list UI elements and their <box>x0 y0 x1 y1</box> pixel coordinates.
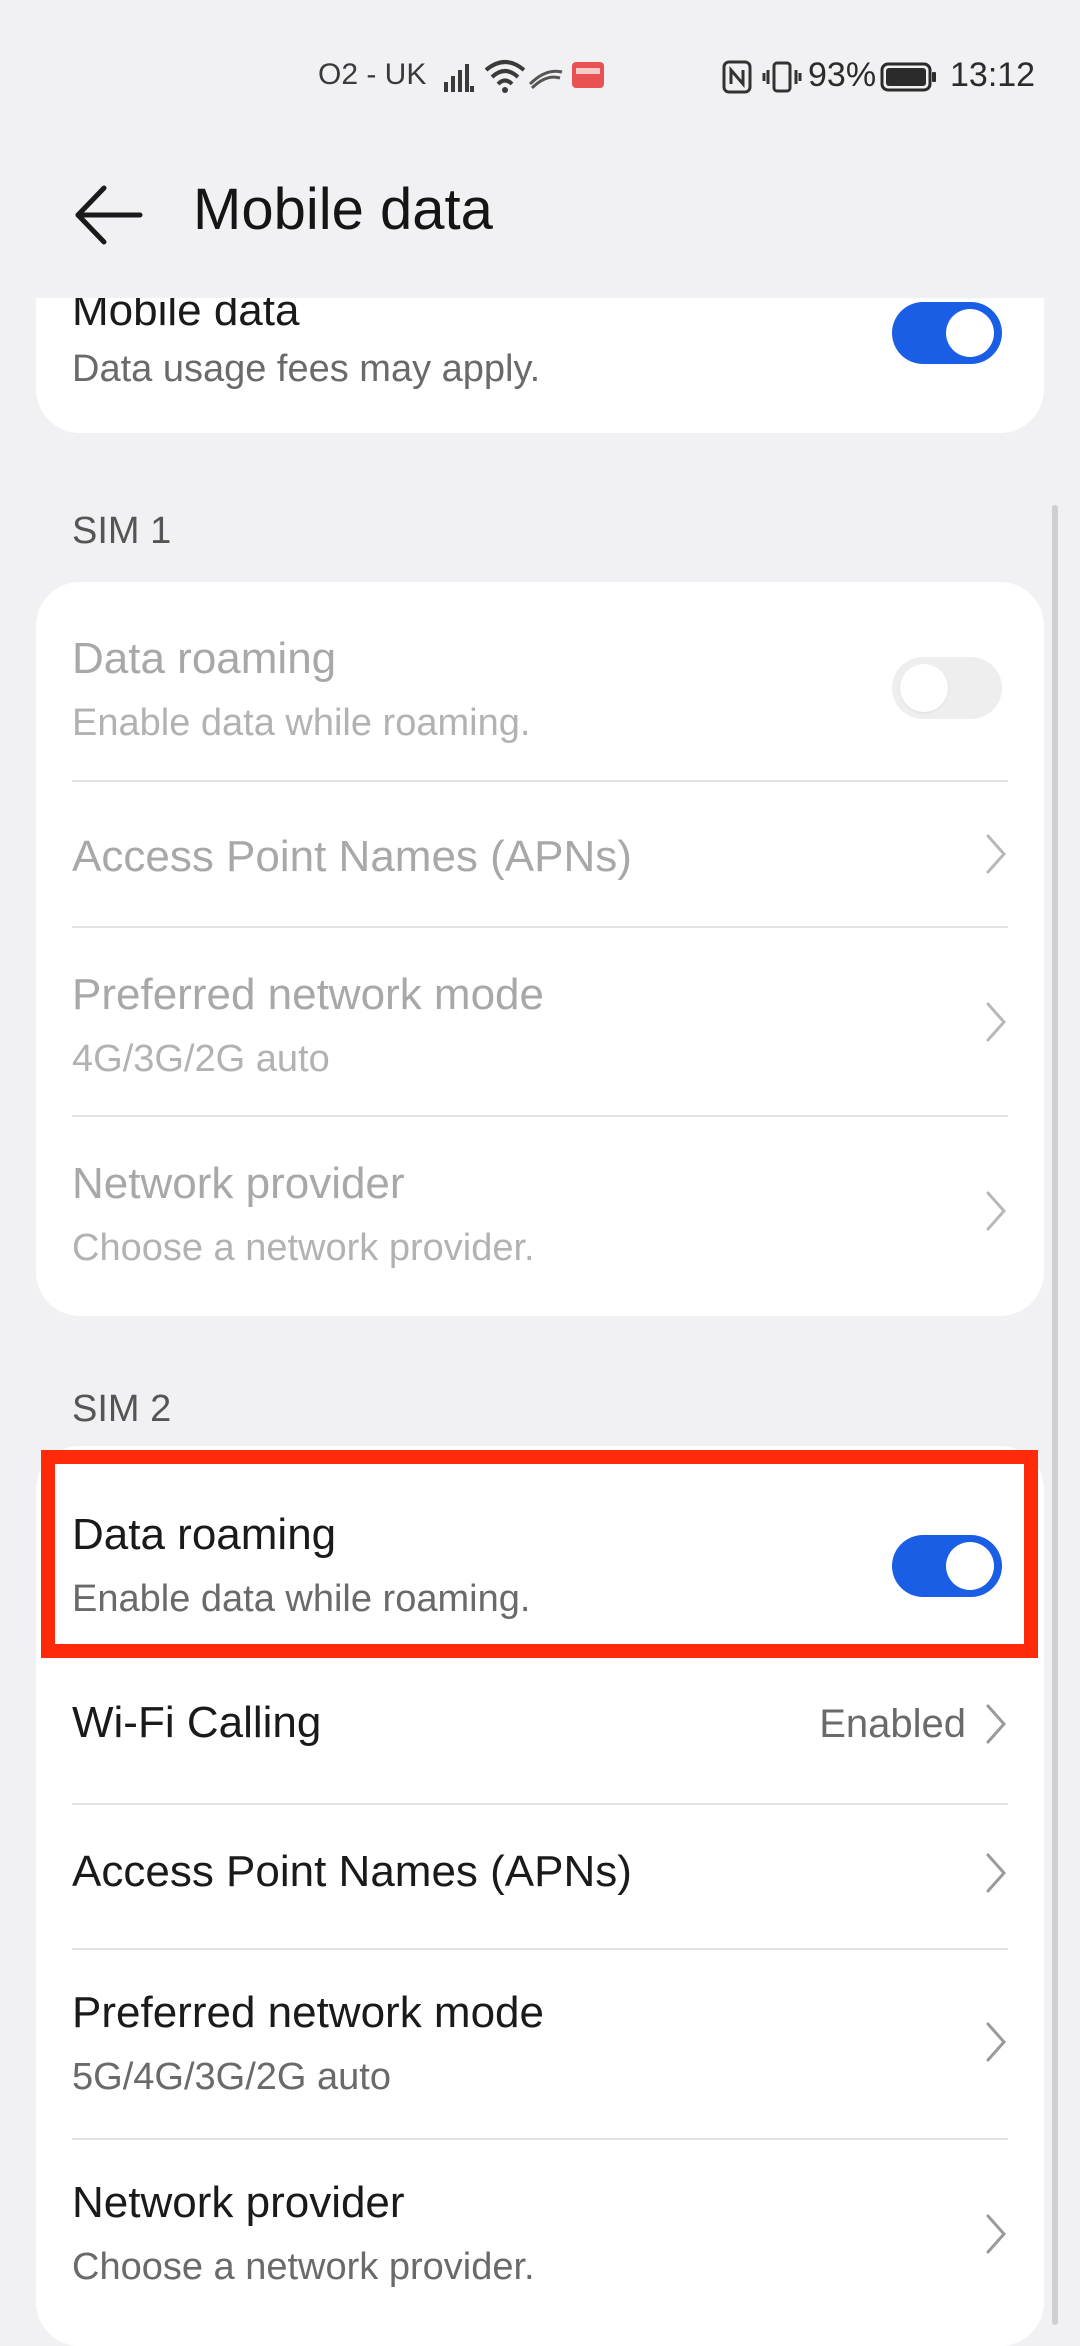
sim1-network-provider-subtitle: Choose a network provider. <box>72 1227 535 1269</box>
sim1-apn-row[interactable]: Access Point Names (APNs) <box>36 782 1044 926</box>
sim1-data-roaming-subtitle: Enable data while roaming. <box>72 702 531 744</box>
notification-icon <box>572 62 604 88</box>
chevron-right-icon <box>986 2022 1007 2062</box>
sim1-data-roaming-toggle[interactable] <box>892 657 1002 719</box>
chevron-right-icon <box>986 1704 1007 1744</box>
sim2-wifi-calling-row[interactable]: Wi-Fi Calling Enabled <box>36 1658 1044 1801</box>
scrollbar[interactable] <box>1052 505 1058 2325</box>
chevron-right-icon <box>986 1002 1007 1042</box>
sim2-network-provider-subtitle: Choose a network provider. <box>72 2246 535 2288</box>
sim1-data-roaming-title: Data roaming <box>72 634 337 683</box>
signal-icon <box>444 64 474 92</box>
data-activity-icon <box>528 69 563 90</box>
nfc-icon <box>722 60 752 94</box>
chevron-right-icon <box>986 1853 1007 1893</box>
chevron-right-icon <box>986 1191 1007 1231</box>
mobile-data-row[interactable]: Mobile data Data usage fees may apply. <box>36 298 1044 433</box>
mobile-data-subtitle: Data usage fees may apply. <box>72 348 541 390</box>
sim1-network-mode-subtitle: 4G/3G/2G auto <box>72 1038 330 1080</box>
page-title: Mobile data <box>193 177 493 242</box>
clock: 13:12 <box>950 56 1036 94</box>
sim1-section-label: SIM 1 <box>72 510 172 552</box>
sim1-data-roaming-row[interactable]: Data roaming Enable data while roaming. <box>36 582 1044 781</box>
sim1-card: Data roaming Enable data while roaming. … <box>36 582 1044 1316</box>
chevron-right-icon <box>986 2214 1007 2254</box>
sim1-network-mode-row[interactable]: Preferred network mode 4G/3G/2G auto <box>36 928 1044 1116</box>
sim1-network-provider-title: Network provider <box>72 1159 405 1208</box>
sim2-wifi-calling-title: Wi-Fi Calling <box>72 1698 322 1747</box>
mobile-data-card: Mobile data Data usage fees may apply. <box>0 298 1080 440</box>
wifi-icon <box>484 60 526 93</box>
back-button[interactable] <box>70 180 150 250</box>
sim2-apn-row[interactable]: Access Point Names (APNs) <box>36 1805 1044 1948</box>
sim2-wifi-calling-value: Enabled <box>819 1702 966 1746</box>
sim1-network-mode-title: Preferred network mode <box>72 970 544 1019</box>
mobile-data-toggle[interactable] <box>892 302 1002 364</box>
status-bar: O2 - UK 93% 13:12 <box>0 0 1080 150</box>
sim2-apn-title: Access Point Names (APNs) <box>72 1847 632 1896</box>
sim1-apn-title: Access Point Names (APNs) <box>72 832 632 881</box>
sim2-network-provider-row[interactable]: Network provider Choose a network provid… <box>36 2140 1044 2339</box>
back-arrow-icon <box>75 185 143 245</box>
sim2-section-label: SIM 2 <box>72 1388 172 1430</box>
highlight-box <box>41 1450 1038 1658</box>
chevron-right-icon <box>986 834 1007 874</box>
sim2-network-mode-subtitle: 5G/4G/3G/2G auto <box>72 2056 391 2098</box>
battery-percent: 93% <box>808 56 877 94</box>
sim2-network-mode-title: Preferred network mode <box>72 1988 544 2037</box>
sim1-network-provider-row[interactable]: Network provider Choose a network provid… <box>36 1117 1044 1316</box>
sim2-network-provider-title: Network provider <box>72 2178 405 2227</box>
carrier-label: O2 - UK <box>318 58 427 91</box>
battery-icon <box>880 62 936 92</box>
vibrate-icon <box>762 61 802 93</box>
sim2-network-mode-row[interactable]: Preferred network mode 5G/4G/3G/2G auto <box>36 1950 1044 2138</box>
mobile-data-title: Mobile data <box>72 298 300 335</box>
